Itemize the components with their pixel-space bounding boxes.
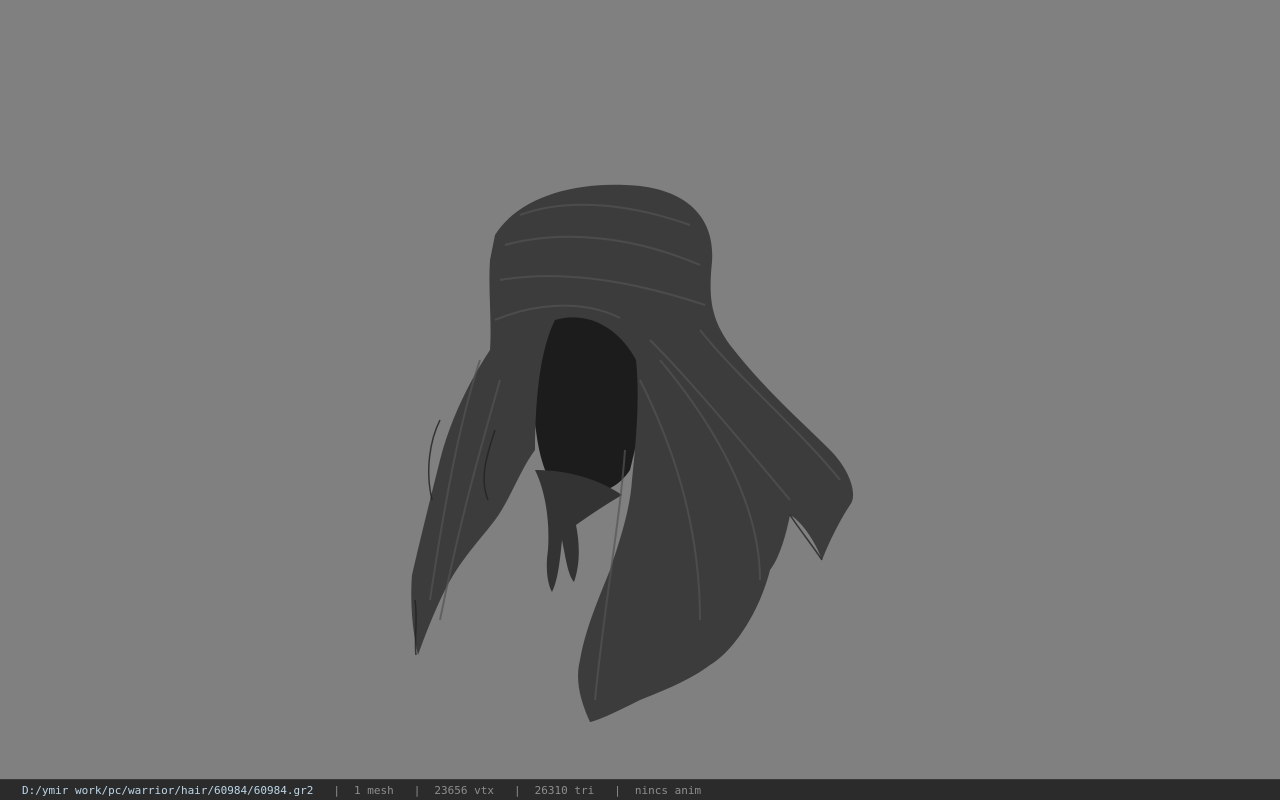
anim-status-text: nincs anim [634, 783, 702, 797]
status-separator: | [614, 783, 621, 797]
status-bar: D:/ymir work/pc/warrior/hair/60984/60984… [0, 779, 1280, 800]
status-separator: | [333, 783, 341, 797]
file-path-text: D:/ymir work/pc/warrior/hair/60984/60984… [22, 783, 314, 797]
status-separator: | [413, 783, 421, 797]
status-separator: | [514, 783, 521, 797]
vertex-count-text: 23656 vtx [434, 783, 495, 797]
triangle-count-text: 26310 tri [534, 783, 595, 797]
3d-viewport[interactable] [0, 0, 1280, 779]
hair-model-render [411, 184, 854, 722]
mesh-count-text: 1 mesh [354, 783, 394, 797]
